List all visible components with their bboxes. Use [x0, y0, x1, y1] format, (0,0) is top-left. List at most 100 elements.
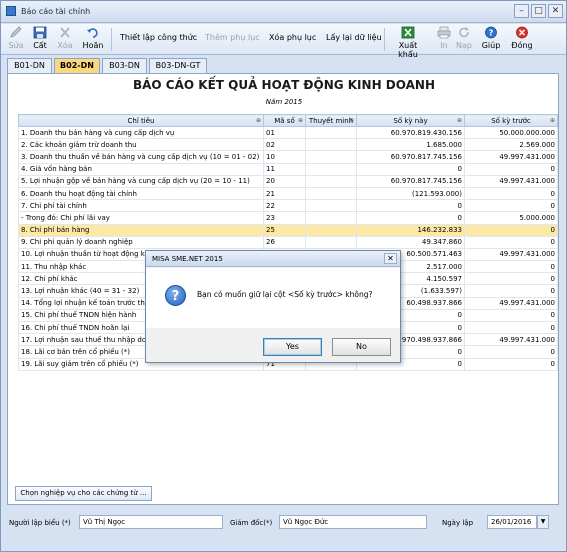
tab-b03-dn-gt[interactable]: B03-DN-GT: [149, 58, 207, 73]
cell-previous-period[interactable]: 49.997.431.000: [464, 333, 558, 347]
cell-previous-period[interactable]: 0: [464, 223, 558, 237]
pin-icon[interactable]: ⊕: [550, 117, 555, 124]
close-button[interactable]: Đóng: [510, 26, 534, 50]
add-appendix-button[interactable]: Thêm phụ lục: [205, 33, 260, 42]
cell-note[interactable]: [305, 235, 357, 249]
choose-transaction-button[interactable]: Chọn nghiệp vụ cho các chứng từ ...: [15, 486, 152, 501]
cell-indicator[interactable]: 4. Giá vốn hàng bán: [18, 162, 264, 176]
delete-appendix-button[interactable]: Xóa phụ lục: [269, 33, 316, 42]
cell-indicator[interactable]: 9. Chi phí quản lý doanh nghiệp: [18, 235, 264, 249]
cell-previous-period[interactable]: 0: [464, 272, 558, 286]
cell-previous-period[interactable]: 0: [464, 235, 558, 249]
cell-note[interactable]: [305, 162, 357, 176]
cell-previous-period[interactable]: 0: [464, 199, 558, 213]
cell-previous-period[interactable]: 0: [464, 162, 558, 176]
table-row[interactable]: 1. Doanh thu bán hàng và cung cấp dịch v…: [18, 125, 558, 140]
cell-indicator[interactable]: 1. Doanh thu bán hàng và cung cấp dịch v…: [18, 125, 264, 140]
table-row[interactable]: 2. Các khoản giảm trừ doanh thu 02 1.685.0…: [18, 138, 558, 152]
pin-icon[interactable]: ⊕: [256, 117, 261, 124]
reload-data-button[interactable]: Lấy lại dữ liệu: [326, 33, 382, 42]
no-button[interactable]: No: [332, 338, 391, 356]
cell-current-period[interactable]: 0: [356, 211, 465, 225]
column-header-previous-period[interactable]: Số kỳ trước ⊕: [464, 114, 558, 127]
edit-button[interactable]: Sửa: [4, 26, 28, 50]
cell-previous-period[interactable]: 0: [464, 345, 558, 359]
cell-current-period[interactable]: 49.347.860: [356, 235, 465, 249]
tab-b02-dn[interactable]: B02-DN: [54, 58, 100, 74]
window-close-button[interactable]: ✕: [548, 4, 563, 18]
pin-icon[interactable]: ⊕: [349, 117, 354, 124]
cell-indicator[interactable]: 7. Chi phí tài chính: [18, 199, 264, 213]
cell-previous-period[interactable]: 0: [464, 284, 558, 298]
postpone-button[interactable]: Hoãn: [81, 26, 105, 50]
cell-current-period[interactable]: 60.970.819.430.156: [356, 125, 465, 140]
tab-b03-dn[interactable]: B03-DN: [102, 58, 147, 73]
cell-note[interactable]: [305, 223, 357, 237]
date-dropdown-button[interactable]: ▼: [537, 515, 549, 529]
pin-icon[interactable]: ⊕: [457, 117, 462, 124]
cell-indicator[interactable]: 6. Doanh thu hoạt động tài chính: [18, 186, 264, 201]
cell-previous-period[interactable]: 2.569.000: [464, 138, 558, 152]
table-row[interactable]: 7. Chi phí tài chính 22 0 0: [18, 199, 558, 213]
help-button[interactable]: ? Giúp: [479, 26, 503, 50]
save-button[interactable]: Cất: [28, 26, 52, 50]
column-header-current-period[interactable]: Số kỳ này ⊕: [356, 114, 465, 127]
cell-indicator[interactable]: 2. Các khoản giảm trừ doanh thu: [18, 138, 264, 152]
cell-current-period[interactable]: 0: [356, 162, 465, 176]
cell-indicator[interactable]: 8. Chi phí bán hàng: [18, 223, 264, 237]
cell-code[interactable]: 22: [263, 199, 306, 213]
column-header-note[interactable]: Thuyết minh ⊕: [305, 114, 357, 127]
cell-previous-period[interactable]: 0: [464, 186, 558, 201]
date-field[interactable]: 26/01/2016: [487, 515, 537, 529]
cell-code[interactable]: 25: [263, 223, 306, 237]
table-row[interactable]: - Trong đó: Chi phí lãi vay 23 0 5.000.000: [18, 211, 558, 225]
export-button[interactable]: Xuất khẩu: [389, 26, 427, 59]
table-row[interactable]: 3. Doanh thu thuần về bán hàng và cung c…: [18, 150, 558, 164]
load-button[interactable]: Nạp: [452, 26, 476, 50]
cell-note[interactable]: [305, 186, 357, 201]
cell-previous-period[interactable]: 49.997.431.000: [464, 174, 558, 188]
yes-button[interactable]: Yes: [263, 338, 322, 356]
cell-note[interactable]: [305, 125, 357, 140]
cell-indicator[interactable]: 3. Doanh thu thuần về bán hàng và cung c…: [18, 150, 264, 164]
table-row[interactable]: 5. Lợi nhuận gộp về bán hàng và cung cấp…: [18, 174, 558, 188]
setup-formula-button[interactable]: Thiết lập công thức: [120, 33, 197, 42]
table-row[interactable]: 4. Giá vốn hàng bán 11 0 0: [18, 162, 558, 176]
cell-note[interactable]: [305, 211, 357, 225]
cell-current-period[interactable]: 1.685.000: [356, 138, 465, 152]
cell-previous-period[interactable]: 0: [464, 357, 558, 371]
cell-current-period[interactable]: 146.232.833: [356, 223, 465, 237]
cell-code[interactable]: 23: [263, 211, 306, 225]
cell-previous-period[interactable]: 49.997.431.000: [464, 247, 558, 262]
cell-code[interactable]: 26: [263, 235, 306, 249]
cell-previous-period[interactable]: 49.997.431.000: [464, 296, 558, 310]
dialog-close-button[interactable]: ✕: [384, 253, 397, 264]
pin-icon[interactable]: ⊕: [298, 117, 303, 124]
cell-previous-period[interactable]: 49.997.431.000: [464, 150, 558, 164]
column-header-code[interactable]: Mã số ⊕: [263, 114, 306, 127]
cell-code[interactable]: 11: [263, 162, 306, 176]
cell-current-period[interactable]: 0: [356, 199, 465, 213]
maximize-button[interactable]: □: [531, 4, 546, 18]
tab-b01-dn[interactable]: B01-DN: [7, 58, 52, 73]
cell-note[interactable]: [305, 138, 357, 152]
column-header-indicator[interactable]: Chỉ tiêu ⊕: [18, 114, 264, 127]
cell-previous-period[interactable]: 0: [464, 308, 558, 323]
cell-indicator[interactable]: 5. Lợi nhuận gộp về bán hàng và cung cấp…: [18, 174, 264, 188]
cell-current-period[interactable]: 60.970.817.745.156: [356, 150, 465, 164]
minimize-button[interactable]: –: [514, 4, 529, 18]
cell-note[interactable]: [305, 199, 357, 213]
cell-note[interactable]: [305, 174, 357, 188]
cell-indicator[interactable]: - Trong đó: Chi phí lãi vay: [18, 211, 264, 225]
cell-current-period[interactable]: 60.970.817.745.156: [356, 174, 465, 188]
director-field[interactable]: Vũ Ngọc Đức: [279, 515, 427, 529]
cell-code[interactable]: 10: [263, 150, 306, 164]
table-row[interactable]: 8. Chi phí bán hàng 25 146.232.833 0: [18, 223, 558, 237]
cell-previous-period[interactable]: 0: [464, 260, 558, 274]
cell-previous-period[interactable]: 50.000.000.000: [464, 125, 558, 140]
cell-previous-period[interactable]: 5.000.000: [464, 211, 558, 225]
delete-button[interactable]: Xóa: [53, 26, 77, 50]
cell-current-period[interactable]: (121.593.000): [356, 186, 465, 201]
cell-code[interactable]: 21: [263, 186, 306, 201]
cell-code[interactable]: 20: [263, 174, 306, 188]
